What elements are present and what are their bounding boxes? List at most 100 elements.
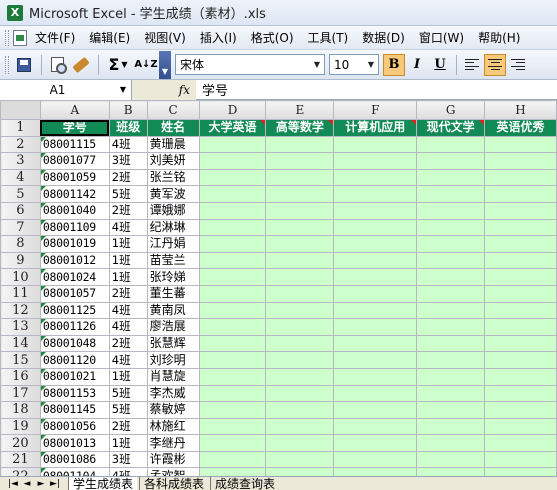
student-id-cell[interactable]: 08001057 [39, 284, 110, 303]
student-id-cell[interactable]: 08001086 [39, 450, 110, 469]
college-english-cell[interactable] [198, 467, 267, 476]
menu-format[interactable]: 格式(O) [251, 29, 294, 46]
modern-literature-cell[interactable] [416, 434, 486, 452]
class-cell[interactable]: 1班 [108, 235, 148, 253]
computer-applications-cell[interactable] [333, 284, 418, 303]
align-center-button[interactable] [484, 53, 506, 76]
computer-applications-cell[interactable] [333, 268, 418, 286]
class-cell[interactable]: 1班 [108, 268, 148, 286]
row-header[interactable]: 16 [0, 367, 41, 386]
modern-literature-cell[interactable] [416, 401, 486, 419]
first-sheet-button[interactable]: |◄ [6, 479, 20, 489]
computer-applications-cell[interactable] [333, 301, 418, 320]
student-id-cell[interactable]: 08001056 [39, 417, 110, 436]
class-cell[interactable]: 2班 [108, 334, 148, 353]
student-id-cell[interactable]: 08001077 [39, 152, 110, 170]
row-header[interactable]: 4 [0, 168, 41, 187]
row-header[interactable]: 8 [0, 235, 41, 253]
student-id-cell[interactable]: 08001013 [39, 434, 110, 452]
computer-applications-cell[interactable] [333, 218, 418, 237]
class-cell[interactable]: 3班 [108, 450, 148, 469]
column-header[interactable]: B [108, 100, 148, 120]
computer-applications-cell[interactable] [333, 235, 418, 253]
advanced-math-cell[interactable] [265, 201, 335, 220]
row-header[interactable]: 5 [0, 185, 41, 203]
modern-literature-cell[interactable] [416, 367, 486, 386]
advanced-math-cell[interactable] [265, 268, 335, 286]
name-cell[interactable]: 林施红 [146, 417, 200, 436]
english-excellent-cell[interactable] [484, 434, 557, 452]
college-english-cell[interactable] [198, 351, 267, 369]
format-painter-button[interactable] [70, 54, 92, 76]
insert-function-button[interactable]: fx [132, 79, 196, 100]
name-cell[interactable]: 刘美妍 [146, 152, 200, 170]
modern-literature-cell[interactable] [416, 201, 486, 220]
computer-applications-cell[interactable] [333, 401, 418, 419]
toolbar-grip-handle[interactable] [5, 55, 9, 74]
english-excellent-cell[interactable] [484, 152, 557, 170]
class-cell[interactable]: 5班 [108, 384, 148, 403]
header-cell-student-id[interactable]: 学号 [39, 119, 110, 137]
advanced-math-cell[interactable] [265, 218, 335, 237]
college-english-cell[interactable] [198, 318, 267, 336]
computer-applications-cell[interactable] [333, 334, 418, 353]
class-cell[interactable]: 4班 [108, 318, 148, 336]
college-english-cell[interactable] [198, 384, 267, 403]
computer-applications-cell[interactable] [333, 201, 418, 220]
advanced-math-cell[interactable] [265, 467, 335, 476]
column-header[interactable]: H [484, 100, 557, 120]
chevron-down-icon[interactable]: ▼ [310, 55, 324, 74]
advanced-math-cell[interactable] [265, 135, 335, 154]
bold-button[interactable]: B [383, 53, 405, 76]
header-cell-advanced-math[interactable]: 高等数学 [265, 119, 335, 137]
row-header[interactable]: 21 [0, 450, 41, 469]
college-english-cell[interactable] [198, 135, 267, 154]
english-excellent-cell[interactable] [484, 384, 557, 403]
print-preview-button[interactable] [46, 54, 68, 76]
name-cell[interactable]: 谭娥娜 [146, 201, 200, 220]
header-cell-college-english[interactable]: 大学英语 [198, 119, 267, 137]
modern-literature-cell[interactable] [416, 218, 486, 237]
advanced-math-cell[interactable] [265, 351, 335, 369]
advanced-math-cell[interactable] [265, 417, 335, 436]
college-english-cell[interactable] [198, 301, 267, 320]
advanced-math-cell[interactable] [265, 251, 335, 270]
modern-literature-cell[interactable] [416, 417, 486, 436]
english-excellent-cell[interactable] [484, 450, 557, 469]
computer-applications-cell[interactable] [333, 417, 418, 436]
college-english-cell[interactable] [198, 367, 267, 386]
column-header[interactable]: G [416, 100, 486, 120]
english-excellent-cell[interactable] [484, 367, 557, 386]
english-excellent-cell[interactable] [484, 185, 557, 203]
sheet-tab-subject-scores[interactable]: 各科成绩表 [139, 476, 208, 490]
college-english-cell[interactable] [198, 251, 267, 270]
name-cell[interactable]: 黄军波 [146, 185, 200, 203]
student-id-cell[interactable]: 08001120 [39, 351, 110, 369]
toolbar-options-button[interactable]: ▼ [159, 50, 171, 79]
modern-literature-cell[interactable] [416, 152, 486, 170]
computer-applications-cell[interactable] [333, 168, 418, 187]
class-cell[interactable]: 2班 [108, 168, 148, 187]
row-header[interactable]: 12 [0, 301, 41, 320]
row-header[interactable]: 3 [0, 152, 41, 170]
chevron-down-icon[interactable]: ▼ [364, 55, 378, 74]
menu-help[interactable]: 帮助(H) [478, 29, 520, 46]
row-header[interactable]: 9 [0, 251, 41, 270]
advanced-math-cell[interactable] [265, 318, 335, 336]
name-cell[interactable]: 廖浩展 [146, 318, 200, 336]
modern-literature-cell[interactable] [416, 251, 486, 270]
student-id-cell[interactable]: 08001142 [39, 185, 110, 203]
english-excellent-cell[interactable] [484, 168, 557, 187]
advanced-math-cell[interactable] [265, 334, 335, 353]
class-cell[interactable]: 3班 [108, 152, 148, 170]
name-cell[interactable]: 孟欢智 [146, 467, 200, 476]
college-english-cell[interactable] [198, 268, 267, 286]
menu-edit[interactable]: 编辑(E) [89, 29, 130, 46]
english-excellent-cell[interactable] [484, 284, 557, 303]
student-id-cell[interactable]: 08001059 [39, 168, 110, 187]
college-english-cell[interactable] [198, 218, 267, 237]
menu-data[interactable]: 数据(D) [362, 29, 405, 46]
header-cell-english-excellent[interactable]: 英语优秀 [484, 119, 557, 137]
college-english-cell[interactable] [198, 284, 267, 303]
student-id-cell[interactable]: 08001115 [39, 135, 110, 154]
